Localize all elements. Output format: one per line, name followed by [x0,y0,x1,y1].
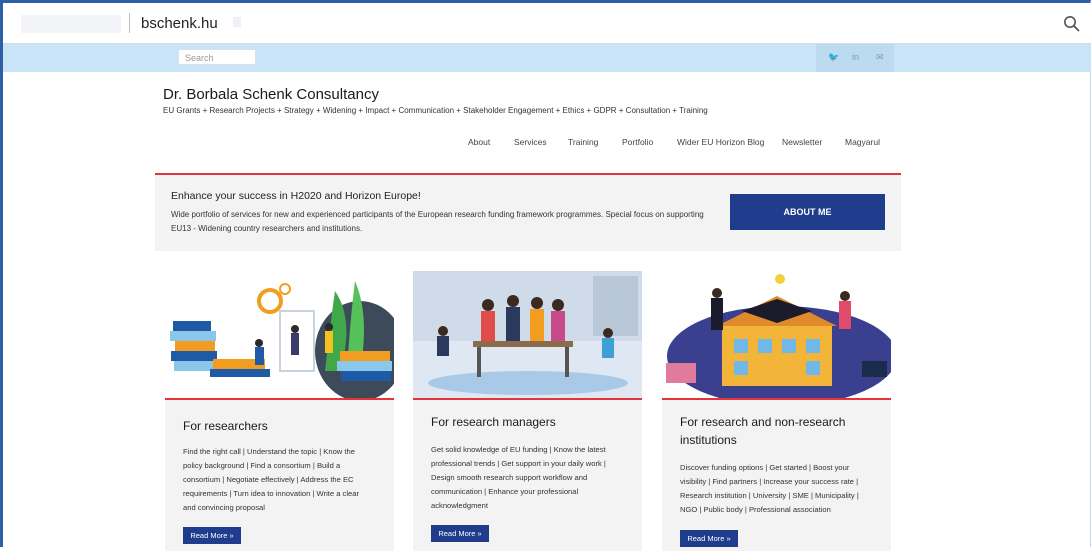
nav-services[interactable]: Services [514,137,547,147]
card-divider [165,398,394,400]
card-researchers: For researchers Find the right call | Un… [165,271,394,551]
search-icon[interactable] [1063,15,1081,33]
nav-about[interactable]: About [468,137,490,147]
nav-training[interactable]: Training [568,137,598,147]
twitter-icon[interactable]: 🐦 [828,52,839,63]
nav-portfolio[interactable]: Portfolio [622,137,653,147]
card-institutions: For research and non-research institutio… [662,271,891,551]
card-title[interactable]: For research managers [431,413,631,431]
linkedin-icon[interactable]: in [852,52,859,62]
site-search-input[interactable]: Search [178,49,256,65]
card-title[interactable]: For researchers [183,417,383,435]
institutions-illustration [662,271,891,398]
about-me-button[interactable]: ABOUT ME [730,194,885,230]
email-icon[interactable]: ✉ [876,52,884,63]
card-text: Find the right call | Understand the top… [183,447,360,512]
nav-newsletter[interactable]: Newsletter [782,137,822,147]
site-title[interactable]: Dr. Borbala Schenk Consultancy [163,86,379,103]
card-text: Get solid knowledge of EU funding | Know… [431,445,606,510]
hero-heading: Enhance your success in H2020 and Horizo… [171,190,421,202]
social-bar: 🐦 in ✉ [816,44,894,72]
read-more-button[interactable]: Read More » [431,525,489,542]
site-topbar: Search 🐦 in ✉ [3,44,1091,72]
read-more-button[interactable]: Read More » [680,530,738,547]
card-divider [413,398,642,400]
nav-blog[interactable]: Wider EU Horizon Blog [677,137,764,147]
card-title[interactable]: For research and non-research institutio… [680,413,880,449]
blurred-region-small [233,17,241,27]
site-tagline: EU Grants + Research Projects + Strategy… [163,106,708,115]
managers-illustration [413,271,642,398]
nav-magyarul[interactable]: Magyarul [845,137,880,147]
card-research-managers: For research managers Get solid knowledg… [413,271,642,551]
hero-text: Wide portfolio of services for new and e… [171,210,704,233]
url-text[interactable]: bschenk.hu [141,15,218,32]
blurred-region [21,15,121,33]
address-bar[interactable]: bschenk.hu [3,3,1091,44]
read-more-button[interactable]: Read More » [183,527,241,544]
card-divider [662,398,891,400]
hero-banner: Enhance your success in H2020 and Horizo… [155,173,901,251]
card-text: Discover funding options | Get started |… [680,463,859,514]
address-divider [129,13,130,33]
researchers-illustration [165,271,394,398]
